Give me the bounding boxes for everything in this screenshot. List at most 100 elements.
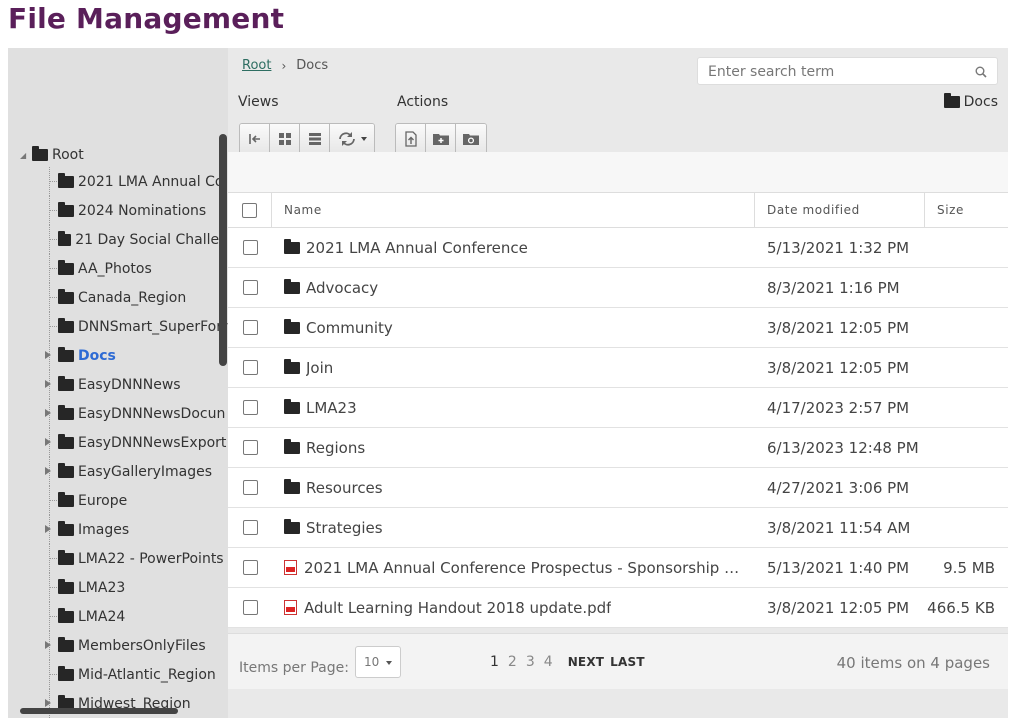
column-header-date[interactable]: Date modified	[755, 193, 925, 227]
tree-item-label: EasyDNNNewsDocun	[78, 405, 226, 422]
tree-item[interactable]: EasyDNNNewsExport	[8, 428, 228, 457]
row-select-cell	[228, 268, 272, 307]
tree-root[interactable]: ◢ Root	[20, 144, 84, 166]
grid-view-button[interactable]	[270, 124, 300, 154]
sync-folder-button[interactable]	[456, 124, 486, 154]
page-link[interactable]: 4	[544, 654, 553, 670]
grid-rows: 2021 LMA Annual Conference 5/13/2021 1:32…	[228, 228, 1008, 628]
expand-arrow-icon[interactable]	[45, 641, 51, 649]
tree-item[interactable]: Mid-Atlantic_Region	[8, 660, 228, 689]
folder-icon	[58, 404, 74, 420]
views-toolbar	[239, 123, 375, 155]
table-row[interactable]: 2021 LMA Annual Conference 5/13/2021 1:32…	[228, 228, 1008, 268]
table-row[interactable]: Advocacy 8/3/2021 1:16 PM	[228, 268, 1008, 308]
tree-branch-line	[49, 674, 57, 675]
column-header-name[interactable]: Name	[272, 193, 755, 227]
row-name[interactable]: Adult Learning Handout 2018 update.pdf	[304, 599, 611, 617]
tree-item[interactable]: Docs	[8, 341, 228, 370]
last-page-link[interactable]: LAST	[610, 655, 645, 669]
table-row[interactable]: Resources 4/27/2021 3:06 PM	[228, 468, 1008, 508]
expand-arrow-icon[interactable]	[45, 351, 51, 359]
tree-vertical-scrollbar[interactable]	[219, 134, 227, 366]
expand-arrow-icon[interactable]	[45, 409, 51, 417]
tree-item[interactable]: Images	[8, 515, 228, 544]
search-icon[interactable]	[975, 66, 987, 78]
row-checkbox[interactable]	[242, 360, 258, 375]
row-checkbox[interactable]	[242, 600, 258, 615]
row-name[interactable]: 2021 LMA Annual Conference Prospectus - …	[304, 559, 744, 577]
expand-arrow-icon[interactable]	[45, 699, 51, 707]
row-name[interactable]: Regions	[306, 439, 365, 457]
table-row[interactable]: LMA23 4/17/2023 2:57 PM	[228, 388, 1008, 428]
tree-item[interactable]: LMA22 - PowerPoints	[8, 544, 228, 573]
row-name-cell: Strategies	[272, 508, 755, 547]
page-link[interactable]: 3	[526, 654, 535, 670]
row-name[interactable]: Strategies	[306, 519, 383, 537]
row-date: 8/3/2021 1:16 PM	[767, 278, 900, 297]
select-all-checkbox[interactable]	[242, 202, 257, 218]
row-name[interactable]: Join	[306, 359, 333, 377]
table-row[interactable]: Strategies 3/8/2021 11:54 AM	[228, 508, 1008, 548]
row-checkbox[interactable]	[242, 240, 258, 255]
row-name[interactable]: LMA23	[306, 399, 357, 417]
tree-item[interactable]: AA_Photos	[8, 254, 228, 283]
tree-item-label: Mid-Atlantic_Region	[78, 666, 216, 683]
row-name[interactable]: 2021 LMA Annual Conference	[306, 239, 528, 257]
row-checkbox[interactable]	[242, 280, 258, 295]
tree-horizontal-scrollbar[interactable]	[20, 708, 178, 714]
back-button[interactable]	[240, 124, 270, 154]
expand-arrow-icon[interactable]	[45, 438, 51, 446]
page-link[interactable]: 2	[508, 654, 517, 670]
row-size	[925, 388, 1008, 427]
row-checkbox[interactable]	[242, 440, 258, 455]
row-name[interactable]: Advocacy	[306, 279, 378, 297]
row-checkbox[interactable]	[242, 320, 258, 335]
expand-arrow-icon[interactable]	[45, 380, 51, 388]
actions-toolbar	[395, 123, 487, 155]
next-page-link[interactable]: NEXT	[568, 655, 604, 669]
tree-item[interactable]: 2024 Nominations	[8, 196, 228, 225]
row-name[interactable]: Community	[306, 319, 393, 337]
row-size	[925, 228, 1008, 267]
row-size	[925, 428, 1008, 467]
tree-item[interactable]: LMA24	[8, 602, 228, 631]
tree-item[interactable]: 2021 LMA Annual Co	[8, 167, 228, 196]
tree-item[interactable]: MembersOnlyFiles	[8, 631, 228, 660]
table-row[interactable]: 2021 LMA Annual Conference Prospectus - …	[228, 548, 1008, 588]
list-view-button[interactable]	[300, 124, 330, 154]
breadcrumb-root-link[interactable]: Root	[242, 58, 271, 73]
tree-item[interactable]: LMA23	[8, 573, 228, 602]
tree-item[interactable]: Europe	[8, 486, 228, 515]
tree-item[interactable]: EasyGalleryImages	[8, 457, 228, 486]
table-row[interactable]: Adult Learning Handout 2018 update.pdf 3/…	[228, 588, 1008, 628]
items-per-page-select[interactable]: 10	[355, 646, 401, 678]
expand-arrow-icon[interactable]	[45, 525, 51, 533]
tree-branch-line	[49, 268, 57, 269]
tree-item[interactable]: EasyDNNNews	[8, 370, 228, 399]
table-row[interactable]: Community 3/8/2021 12:05 PM	[228, 308, 1008, 348]
row-checkbox[interactable]	[242, 560, 258, 575]
new-folder-button[interactable]	[426, 124, 456, 154]
upload-file-button[interactable]	[396, 124, 426, 154]
row-name-cell: Advocacy	[272, 268, 755, 307]
tree-item[interactable]: Canada_Region	[8, 283, 228, 312]
tree-item[interactable]: 21 Day Social Challen	[8, 225, 228, 254]
expand-arrow-icon[interactable]	[45, 467, 51, 475]
column-header-size[interactable]: Size	[925, 193, 1008, 227]
search-input[interactable]	[706, 62, 966, 82]
table-row[interactable]: Join 3/8/2021 12:05 PM	[228, 348, 1008, 388]
tree-item[interactable]: EasyDNNNewsDocun	[8, 399, 228, 428]
row-select-cell	[228, 388, 272, 427]
folder-icon	[58, 491, 74, 507]
collapse-icon[interactable]: ◢	[20, 151, 32, 160]
refresh-dropdown-button[interactable]	[330, 124, 374, 154]
page-link[interactable]: 1	[490, 654, 499, 670]
table-row[interactable]: Regions 6/13/2023 12:48 PM	[228, 428, 1008, 468]
row-checkbox[interactable]	[242, 520, 258, 535]
row-name-cell: LMA23	[272, 388, 755, 427]
tree-item[interactable]: DNNSmart_SuperForr	[8, 312, 228, 341]
row-checkbox[interactable]	[242, 480, 258, 495]
row-checkbox[interactable]	[242, 400, 258, 415]
row-select-cell	[228, 548, 272, 587]
row-name[interactable]: Resources	[306, 479, 383, 497]
